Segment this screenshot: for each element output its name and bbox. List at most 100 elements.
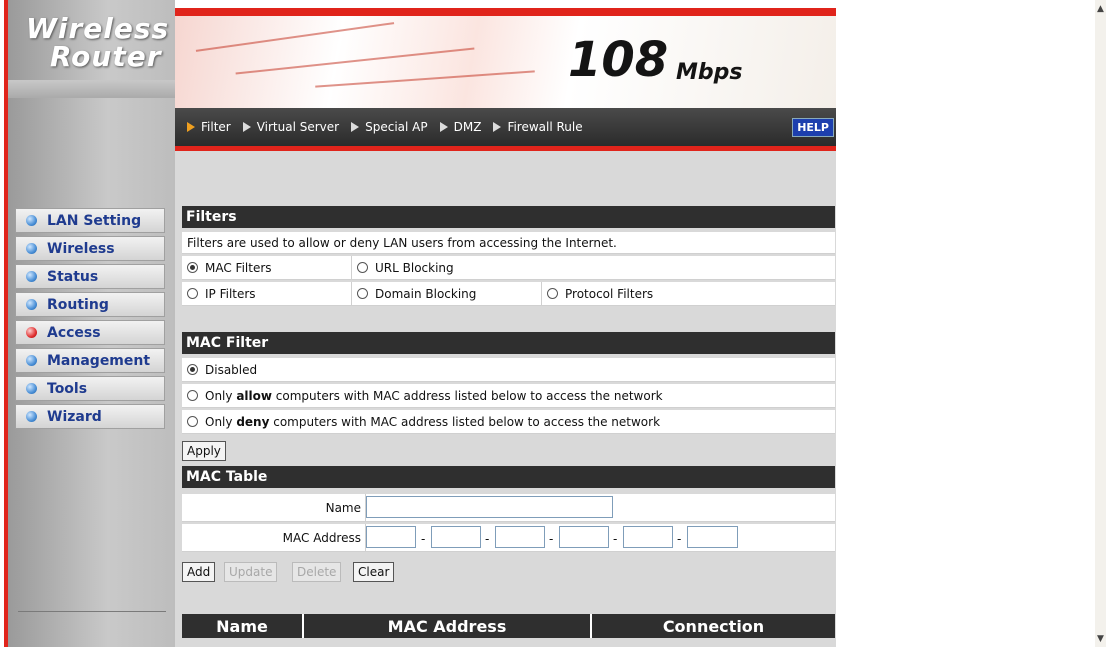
tab-filter[interactable]: Filter bbox=[187, 120, 231, 134]
sidebar-item-label: Routing bbox=[47, 296, 109, 313]
arrow-right-icon bbox=[187, 122, 195, 132]
sidebar-item-label: LAN Setting bbox=[47, 212, 142, 229]
mac-octet-4-input[interactable] bbox=[559, 526, 609, 548]
mac-filters-option[interactable]: MAC Filters bbox=[182, 256, 352, 279]
ip-filters-radio[interactable] bbox=[187, 288, 198, 299]
disabled-radio[interactable] bbox=[187, 364, 198, 375]
bullet-icon bbox=[26, 215, 37, 226]
bullet-icon bbox=[26, 243, 37, 254]
url-blocking-label: URL Blocking bbox=[375, 260, 454, 275]
bullet-icon bbox=[26, 411, 37, 422]
sidebar-divider bbox=[18, 611, 166, 612]
clear-button[interactable]: Clear bbox=[353, 562, 395, 582]
tab-label: Firewall Rule bbox=[507, 120, 583, 134]
column-header-mac-address: MAC Address bbox=[304, 614, 592, 638]
bullet-icon bbox=[26, 299, 37, 310]
active-bullet-icon bbox=[26, 327, 37, 338]
filters-options-row-1: MAC Filters URL Blocking bbox=[182, 256, 835, 280]
mac-separator: - bbox=[549, 532, 554, 546]
ip-filters-label: IP Filters bbox=[205, 286, 256, 301]
allow-word: allow bbox=[236, 388, 272, 403]
arrow-right-icon bbox=[351, 122, 360, 132]
bullet-icon bbox=[26, 271, 37, 282]
banner-top-border bbox=[175, 8, 836, 16]
sidebar-item-routing[interactable]: Routing bbox=[15, 292, 165, 317]
scroll-up-icon[interactable]: ▲ bbox=[1095, 2, 1106, 16]
mac-octet-3-input[interactable] bbox=[495, 526, 545, 548]
apply-button[interactable]: Apply bbox=[182, 441, 226, 461]
deny-suffix: computers with MAC address listed below … bbox=[269, 414, 661, 429]
scroll-down-icon[interactable]: ▼ bbox=[1095, 632, 1106, 646]
mac-octet-6-input[interactable] bbox=[687, 526, 738, 548]
protocol-filters-radio[interactable] bbox=[547, 288, 558, 299]
mac-octet-2-input[interactable] bbox=[431, 526, 481, 548]
column-header-connection: Connection bbox=[662, 616, 765, 636]
mac-filters-label: MAC Filters bbox=[205, 260, 272, 275]
sidebar-item-lan-setting[interactable]: LAN Setting bbox=[15, 208, 165, 233]
tab-bar: Filter Virtual Server Special AP DMZ Fir… bbox=[175, 108, 836, 146]
column-header-name: Name bbox=[182, 614, 304, 638]
arrow-right-icon bbox=[242, 122, 251, 132]
decorative-stripe bbox=[315, 70, 535, 88]
sidebar-item-label: Wireless bbox=[47, 240, 115, 257]
router-logo: Wireless Router bbox=[8, 12, 168, 82]
tab-special-ap[interactable]: Special AP bbox=[351, 120, 428, 134]
mac-separator: - bbox=[485, 532, 490, 546]
tab-firewall-rule[interactable]: Firewall Rule bbox=[493, 120, 583, 134]
sidebar-item-label: Wizard bbox=[47, 408, 102, 425]
filters-description: Filters are used to allow or deny LAN us… bbox=[187, 235, 617, 250]
ip-filters-option[interactable]: IP Filters bbox=[182, 282, 352, 305]
mac-octet-1-input[interactable] bbox=[366, 526, 416, 548]
allow-suffix: computers with MAC address listed below … bbox=[271, 388, 663, 403]
mac-filters-radio[interactable] bbox=[187, 262, 198, 273]
speed-unit: Mbps bbox=[676, 60, 743, 85]
bullet-icon bbox=[26, 383, 37, 394]
sidebar-item-label: Management bbox=[47, 352, 151, 369]
mac-filter-header: MAC Filter bbox=[182, 332, 835, 354]
tab-label: Filter bbox=[201, 120, 231, 134]
logo-band bbox=[8, 80, 175, 98]
mac-filter-disabled-row[interactable]: Disabled bbox=[182, 358, 835, 382]
mac-filter-allow-row[interactable]: Only allow computers with MAC address li… bbox=[182, 384, 835, 408]
mac-filter-deny-row[interactable]: Only deny computers with MAC address lis… bbox=[182, 410, 835, 434]
mac-table-header: MAC Table bbox=[182, 466, 835, 488]
arrow-right-icon bbox=[493, 122, 502, 132]
sidebar-item-status[interactable]: Status bbox=[15, 264, 165, 289]
tab-label: Special AP bbox=[365, 120, 428, 134]
bullet-icon bbox=[26, 355, 37, 366]
mac-separator: - bbox=[677, 532, 682, 546]
filters-options-row-2: IP Filters Domain Blocking Protocol Filt… bbox=[182, 282, 835, 306]
sidebar-item-access[interactable]: Access bbox=[15, 320, 165, 345]
disabled-label: Disabled bbox=[205, 362, 258, 377]
sidebar-item-label: Tools bbox=[47, 380, 88, 397]
vertical-scrollbar[interactable] bbox=[1095, 0, 1106, 647]
tab-virtual-server[interactable]: Virtual Server bbox=[242, 120, 339, 134]
mac-separator: - bbox=[421, 532, 426, 546]
speed-number: 108 bbox=[568, 32, 669, 88]
add-button[interactable]: Add bbox=[182, 562, 216, 582]
sidebar-item-management[interactable]: Management bbox=[15, 348, 165, 373]
mac-table-columns: Name MAC Address Connection bbox=[182, 614, 835, 638]
sidebar-item-tools[interactable]: Tools bbox=[15, 376, 165, 401]
domain-blocking-option[interactable]: Domain Blocking bbox=[352, 282, 542, 305]
allow-radio[interactable] bbox=[187, 390, 198, 401]
protocol-filters-option[interactable]: Protocol Filters bbox=[542, 282, 835, 305]
decorative-stripe bbox=[195, 22, 395, 52]
deny-prefix: Only bbox=[205, 414, 237, 429]
delete-button[interactable]: Delete bbox=[292, 562, 342, 582]
domain-blocking-radio[interactable] bbox=[357, 288, 368, 299]
sidebar-item-wireless[interactable]: Wireless bbox=[15, 236, 165, 261]
sidebar-item-wizard[interactable]: Wizard bbox=[15, 404, 165, 429]
name-input[interactable] bbox=[366, 496, 613, 518]
update-button[interactable]: Update bbox=[224, 562, 278, 582]
decorative-stripe bbox=[235, 47, 475, 75]
main-content: Filters Filters are used to allow or den… bbox=[175, 151, 836, 647]
deny-radio[interactable] bbox=[187, 416, 198, 427]
help-button[interactable]: HELP bbox=[792, 118, 834, 137]
mac-octet-5-input[interactable] bbox=[623, 526, 673, 548]
url-blocking-radio[interactable] bbox=[357, 262, 368, 273]
domain-blocking-label: Domain Blocking bbox=[375, 286, 477, 301]
url-blocking-option[interactable]: URL Blocking bbox=[352, 256, 835, 279]
tab-dmz[interactable]: DMZ bbox=[439, 120, 481, 134]
mac-address-label: MAC Address bbox=[182, 524, 366, 551]
